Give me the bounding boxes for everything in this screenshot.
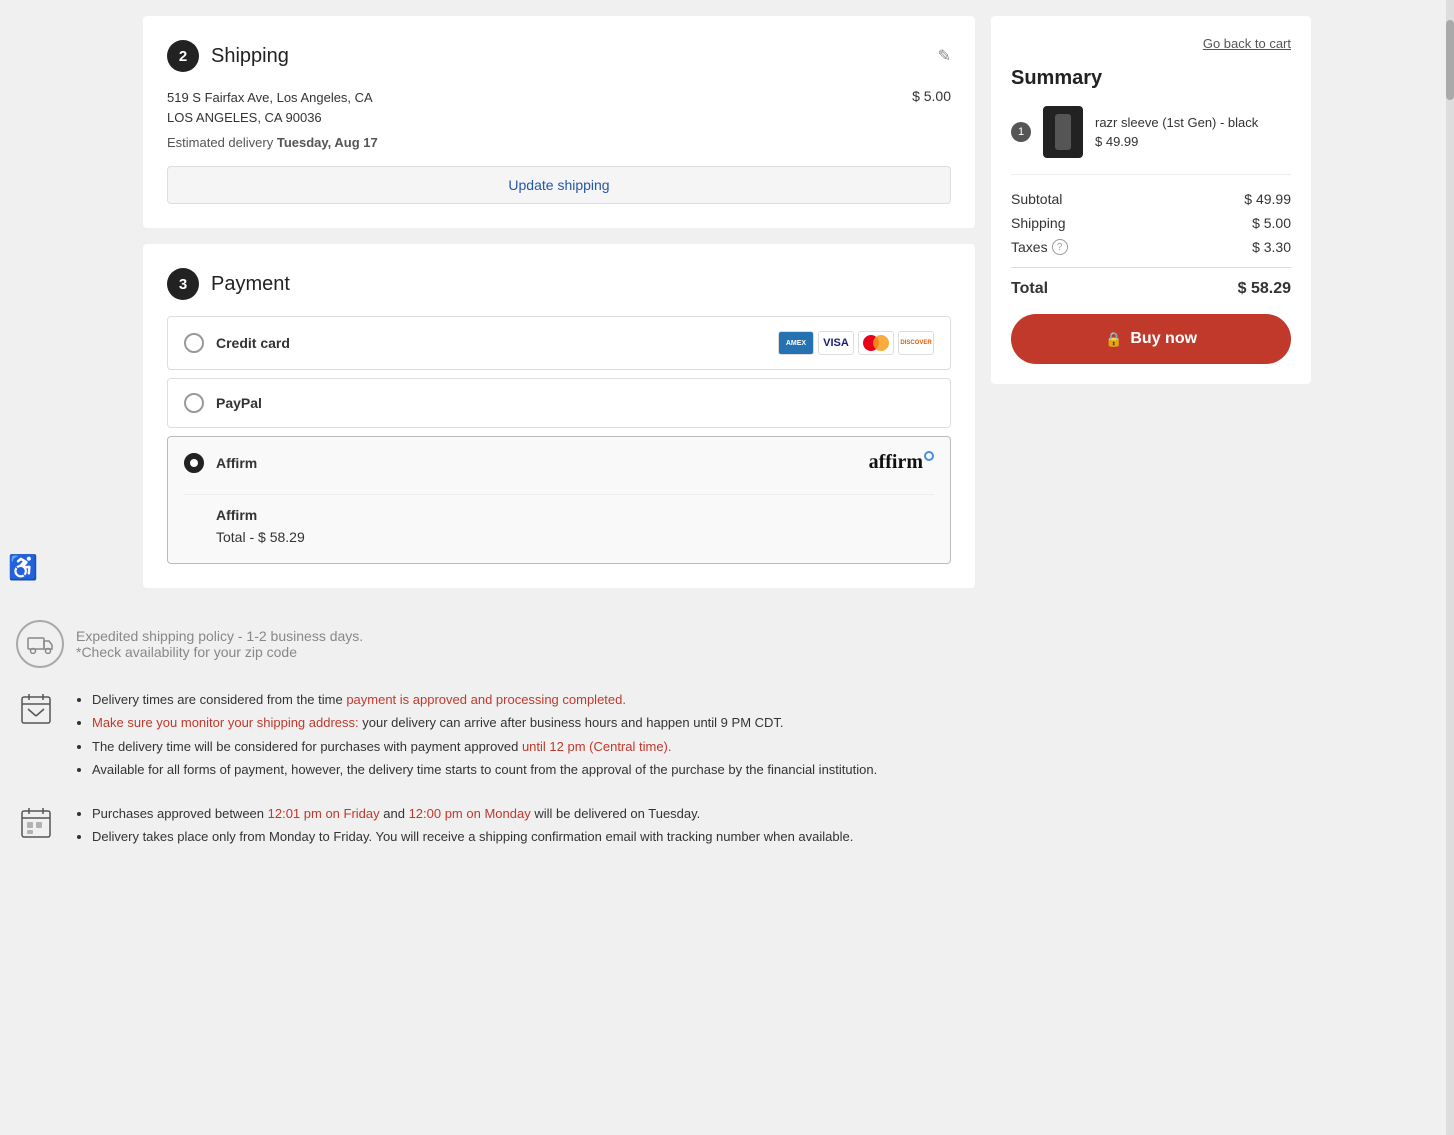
item-details: razr sleeve (1st Gen) - black $ 49.99 <box>1095 115 1291 149</box>
shipping-summary-label: Shipping <box>1011 215 1066 231</box>
item-count-badge: 1 <box>1011 122 1031 142</box>
payment-option-credit-card[interactable]: Credit card AMEX VISA DISCOVER <box>167 316 951 370</box>
credit-card-radio[interactable] <box>184 333 204 353</box>
shipping-section: 2 Shipping ✎ 519 S Fairfax Ave, Los Ange… <box>143 16 975 228</box>
monday-info-item-2: Delivery takes place only from Monday to… <box>92 825 853 848</box>
truck-icon <box>16 620 64 668</box>
address-line2: LOS ANGELES, CA 90036 <box>167 108 373 128</box>
affirm-total-text: Total - $ 58.29 <box>216 529 930 545</box>
calendar2-icon <box>16 802 56 849</box>
card-icons: AMEX VISA DISCOVER <box>778 331 934 355</box>
payment-options: Credit card AMEX VISA DISCOVER PayPal <box>167 316 951 564</box>
summary-title: Summary <box>1011 67 1291 90</box>
summary-card: Go back to cart Summary 1 razr sleeve (1… <box>991 16 1311 384</box>
update-shipping-button[interactable]: Update shipping <box>167 166 951 204</box>
payment-step-circle: 3 <box>167 268 199 300</box>
affirm-label: Affirm <box>216 455 257 471</box>
mastercard-icon <box>858 331 894 355</box>
shipping-price: $ 5.00 <box>912 88 951 104</box>
visa-icon: VISA <box>818 331 854 355</box>
delivery-date: Tuesday, Aug 17 <box>277 135 378 150</box>
address-line1: 519 S Fairfax Ave, Los Angeles, CA <box>167 88 373 108</box>
total-line: Total $ 58.29 <box>1011 280 1291 298</box>
delivery-info-block: Delivery times are considered from the t… <box>16 688 1438 782</box>
affirm-radio[interactable] <box>184 453 204 473</box>
shipping-title: Shipping <box>211 45 289 68</box>
payment-title: Payment <box>211 273 290 296</box>
scrollbar[interactable] <box>1446 0 1454 1135</box>
subtotal-line: Subtotal $ 49.99 <box>1011 191 1291 207</box>
estimated-label: Estimated delivery <box>167 135 273 150</box>
estimated-delivery: Estimated delivery Tuesday, Aug 17 <box>167 135 951 150</box>
item-image <box>1043 106 1083 158</box>
subtotal-label: Subtotal <box>1011 191 1062 207</box>
expedited-title: Expedited shipping policy - 1-2 business… <box>76 628 363 644</box>
monday-info-block: Purchases approved between 12:01 pm on F… <box>16 802 1438 849</box>
delivery-info-item-2: Make sure you monitor your shipping addr… <box>92 711 877 734</box>
delivery-info-item-3: The delivery time will be considered for… <box>92 735 877 758</box>
delivery-info-list: Delivery times are considered from the t… <box>72 688 877 782</box>
affirm-logo: affirm <box>869 451 934 474</box>
summary-divider <box>1011 267 1291 268</box>
accessibility-icon: ♿ <box>8 553 38 582</box>
summary-item: 1 razr sleeve (1st Gen) - black $ 49.99 <box>1011 106 1291 175</box>
item-price: $ 49.99 <box>1095 134 1291 149</box>
total-value: $ 58.29 <box>1238 280 1291 298</box>
affirm-content-title: Affirm <box>216 507 930 523</box>
amex-icon: AMEX <box>778 331 814 355</box>
subtotal-value: $ 49.99 <box>1244 191 1291 207</box>
buy-now-label: Buy now <box>1130 330 1197 348</box>
shipping-step-number: 2 <box>179 48 187 65</box>
paypal-label: PayPal <box>216 395 262 411</box>
shipping-summary-value: $ 5.00 <box>1252 215 1291 231</box>
affirm-expanded-content: Affirm Total - $ 58.29 <box>184 494 934 549</box>
buy-now-button[interactable]: 🔒 Buy now <box>1011 314 1291 364</box>
payment-step-number: 3 <box>179 276 187 293</box>
shipping-summary-line: Shipping $ 5.00 <box>1011 215 1291 231</box>
lock-icon: 🔒 <box>1105 331 1122 348</box>
expedited-text: Expedited shipping policy - 1-2 business… <box>76 628 363 660</box>
shipping-step-circle: 2 <box>167 40 199 72</box>
calendar-icon <box>16 688 56 782</box>
total-label: Total <box>1011 280 1048 298</box>
taxes-line: Taxes ? $ 3.30 <box>1011 239 1291 255</box>
payment-option-affirm[interactable]: Affirm affirm Affirm Total - $ 58.29 <box>167 436 951 564</box>
delivery-info-item-4: Available for all forms of payment, howe… <box>92 758 877 781</box>
payment-option-paypal[interactable]: PayPal <box>167 378 951 428</box>
expedited-subtitle: *Check availability for your zip code <box>76 644 363 660</box>
credit-card-label: Credit card <box>216 335 290 351</box>
footer-section: Expedited shipping policy - 1-2 business… <box>0 604 1454 884</box>
monday-info-item-1: Purchases approved between 12:01 pm on F… <box>92 802 853 825</box>
delivery-info-item-1: Delivery times are considered from the t… <box>92 688 877 711</box>
taxes-help-icon[interactable]: ? <box>1052 239 1068 255</box>
taxes-value: $ 3.30 <box>1252 239 1291 255</box>
monday-info-list: Purchases approved between 12:01 pm on F… <box>72 802 853 849</box>
discover-icon: DISCOVER <box>898 331 934 355</box>
shipping-edit-icon[interactable]: ✎ <box>938 46 951 66</box>
expedited-shipping-banner: Expedited shipping policy - 1-2 business… <box>16 620 1438 668</box>
go-back-to-cart-link[interactable]: Go back to cart <box>1011 36 1291 51</box>
item-name: razr sleeve (1st Gen) - black <box>1095 115 1291 130</box>
taxes-label: Taxes ? <box>1011 239 1068 255</box>
shipping-address: 519 S Fairfax Ave, Los Angeles, CA LOS A… <box>167 88 373 127</box>
paypal-radio[interactable] <box>184 393 204 413</box>
payment-section: 3 Payment Credit card AMEX VISA <box>143 244 975 588</box>
scrollbar-thumb[interactable] <box>1446 20 1454 100</box>
